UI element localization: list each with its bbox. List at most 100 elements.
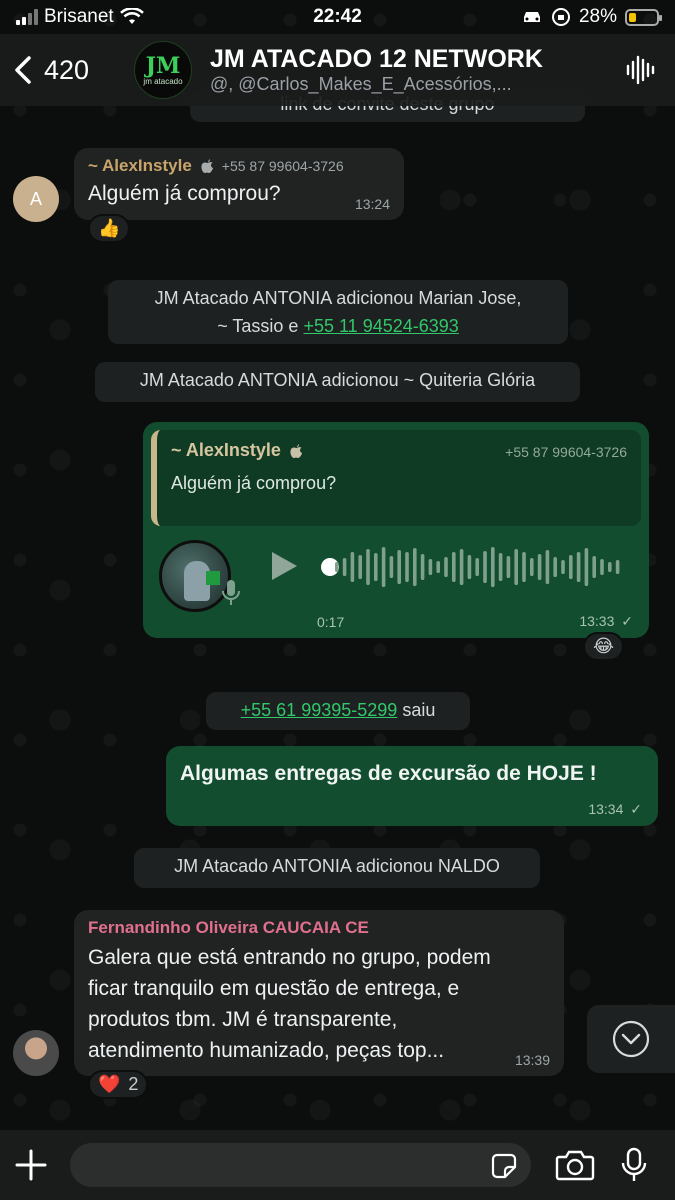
heart-icon: ❤️ (98, 1074, 121, 1094)
waveform-bar (576, 552, 581, 582)
wifi-icon (119, 8, 144, 24)
play-icon[interactable] (269, 550, 299, 582)
sender-name: ~ AlexInstyle (88, 156, 192, 175)
waveform-bar (436, 561, 440, 573)
waveform-bar (452, 552, 456, 582)
quoted-message[interactable]: ~ AlexInstyle +55 87 99604-3726 Alguém j… (151, 430, 641, 526)
message-time: 13:24 (354, 196, 390, 212)
waveform-bar (522, 552, 526, 582)
incoming-message[interactable]: Fernandinho Oliveira CAUCAIA CE Galera q… (74, 910, 564, 1076)
avatar[interactable]: A (13, 176, 59, 222)
incoming-message[interactable]: ~ AlexInstyle +55 87 99604-3726 Alguém j… (74, 148, 404, 220)
waveform-bar (374, 553, 378, 581)
quoted-text: Alguém já comprou? (171, 473, 337, 493)
waveform-bar (553, 557, 557, 577)
car-icon (523, 12, 540, 22)
message-time-row: 13:33 ✓ (579, 613, 633, 630)
signal-icon (16, 9, 38, 25)
waveform-bar (584, 548, 589, 586)
waveform-bar (592, 556, 596, 578)
camera-icon[interactable] (555, 1149, 595, 1181)
system-message: JM Atacado ANTONIA adicionou NALDO (134, 848, 540, 888)
message-time-row: 13:34 ✓ (588, 801, 642, 818)
compose-bar (0, 1130, 675, 1200)
waveform-bar (498, 553, 503, 581)
voice-chat-button[interactable] (621, 50, 661, 90)
quoted-phone: +55 87 99604-3726 (505, 444, 627, 460)
chevron-left-icon (15, 56, 31, 84)
waveform-bar (530, 558, 534, 576)
system-message: JM Atacado ANTONIA adicionou ~ Quiteria … (95, 362, 580, 402)
battery-percent: 28% (578, 6, 617, 27)
system-message-text: saiu (402, 700, 436, 720)
reaction-badge[interactable]: ❤️ 2 (88, 1070, 149, 1099)
group-title: JM ATACADO 12 NETWORK (210, 45, 543, 73)
voice-duration: 0:17 (317, 614, 345, 630)
waveform-bar (475, 558, 479, 576)
waveform-bar (600, 559, 604, 575)
reaction-badge[interactable]: 👍 (88, 214, 131, 243)
reaction-count: 2 (128, 1074, 139, 1094)
message-line: Galera que está entrando no grupo, podem (88, 946, 491, 969)
waveform-bar (397, 550, 401, 584)
microphone-icon[interactable] (621, 1147, 647, 1183)
system-message-text: JM Atacado ANTONIA adicionou ~ Quiteria … (139, 370, 536, 390)
sticker-icon[interactable] (491, 1153, 517, 1179)
rotation-lock-icon (551, 8, 570, 26)
waveform-bar (335, 562, 339, 572)
message-time: 13:39 (514, 1052, 550, 1068)
message-input-wrapper (70, 1143, 531, 1187)
message-text: Algumas entregas de excursão de HOJE ! (180, 762, 597, 785)
outgoing-message[interactable]: Algumas entregas de excursão de HOJE ! 1… (166, 746, 658, 826)
system-message-text: JM Atacado ANTONIA adicionou NALDO (174, 856, 500, 876)
waveform-bar (350, 552, 355, 582)
waveform-bar (537, 554, 542, 580)
outgoing-voice-message[interactable]: ~ AlexInstyle +55 87 99604-3726 Alguém j… (143, 422, 649, 638)
waveform-bar (569, 555, 573, 579)
voice-waveform[interactable] (335, 544, 625, 590)
status-bar: Brisanet 22:42 28% (0, 0, 675, 34)
read-check-icon: ✓ (621, 613, 633, 629)
plus-icon[interactable] (14, 1148, 48, 1182)
read-check-icon: ✓ (630, 801, 642, 817)
system-message-text: JM Atacado ANTONIA adicionou Marian Jose… (154, 288, 522, 308)
phone-link[interactable]: +55 61 99395-5299 (241, 700, 398, 720)
laughing-emoji-icon: 😂 (593, 636, 615, 656)
chevron-down-icon (612, 1020, 650, 1058)
waveform-bar (342, 558, 347, 576)
waveform-bar (545, 550, 550, 584)
message-text: Galera que está entrando no grupo, podem… (88, 942, 550, 1066)
waveform-bar (506, 556, 511, 578)
waveform-bar (615, 560, 620, 574)
message-time: 13:33 (579, 613, 615, 629)
waveform-bar (483, 551, 487, 583)
scroll-to-bottom-button[interactable] (587, 1005, 675, 1073)
group-members-subtitle: @, @Carlos_Makes_E_Acessórios,... (210, 74, 512, 94)
message-text: Alguém já comprou? (88, 182, 281, 205)
thumbs-up-icon: 👍 (98, 218, 121, 238)
audio-wave-icon (626, 55, 655, 85)
reaction-badge[interactable]: 😂 (583, 632, 625, 661)
message-input[interactable] (70, 1143, 531, 1187)
sender-phone: +55 87 99604-3726 (221, 158, 344, 174)
message-line: produtos tbm. JM é transparente, (88, 1008, 398, 1031)
waveform-bar (358, 555, 362, 579)
apple-icon (201, 159, 213, 173)
group-info[interactable]: JM ATACADO 12 NETWORK @, @Carlos_Makes_E… (210, 45, 611, 95)
phone-link[interactable]: +55 11 94524-6393 (303, 316, 458, 336)
waveform-bar (491, 547, 495, 587)
message-line: ficar tranquilo em questão de entrega, e (88, 977, 460, 1000)
group-avatar[interactable]: JM jm atacado (134, 41, 192, 99)
carrier-label: Brisanet (44, 6, 114, 27)
waveform-bar (366, 549, 370, 585)
microphone-icon (222, 580, 240, 605)
avatar-letter: A (29, 188, 42, 209)
quoted-sender: ~ AlexInstyle (171, 440, 281, 460)
waveform-bar (608, 562, 612, 572)
unread-count: 420 (44, 54, 90, 85)
back-button[interactable]: 420 (14, 55, 134, 86)
sender-name: Fernandinho Oliveira CAUCAIA CE (88, 918, 369, 937)
avatar[interactable] (13, 1030, 59, 1076)
message-time: 13:34 (588, 801, 624, 817)
message-list[interactable]: link de convite deste grupo A ~ AlexInst… (0, 0, 675, 1135)
